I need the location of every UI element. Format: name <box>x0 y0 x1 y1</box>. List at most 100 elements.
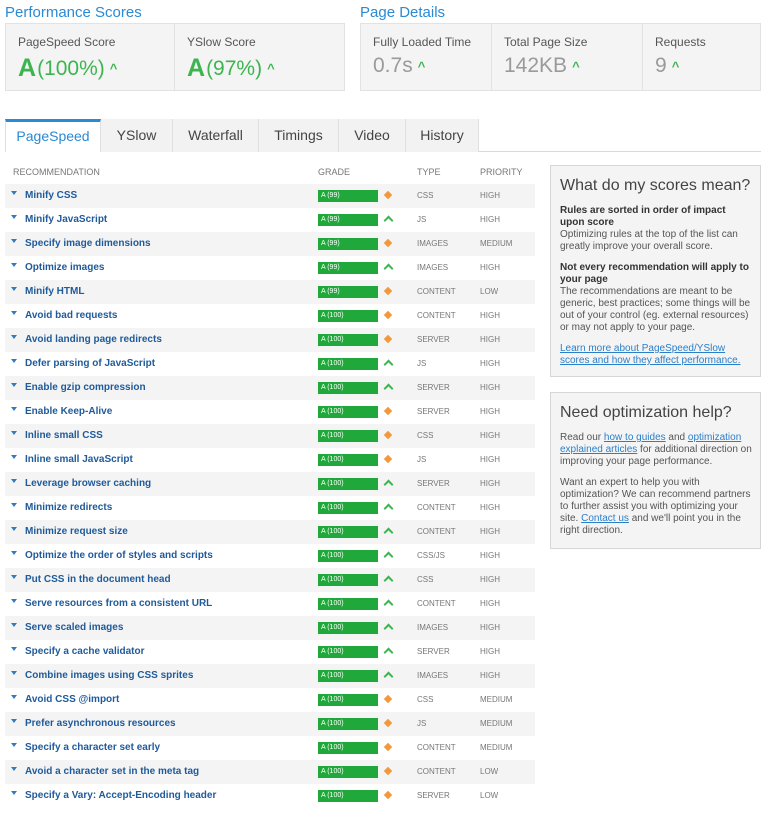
recommendation-name[interactable]: Leverage browser caching <box>25 478 151 489</box>
recommendation-name[interactable]: Defer parsing of JavaScript <box>25 358 155 369</box>
recommendation-name[interactable]: Minimize request size <box>25 526 128 537</box>
tab-pagespeed[interactable]: PageSpeed <box>5 119 101 152</box>
table-row[interactable]: Minimize request size A (100) CONTENT HIGH <box>5 520 535 544</box>
table-row[interactable]: Minify CSS A (99) CSS HIGH <box>5 184 535 208</box>
table-row[interactable]: Avoid a character set in the meta tag A (… <box>5 760 535 784</box>
page-size-cell: Total Page Size 142KB ^ <box>492 24 643 90</box>
expand-caret-icon[interactable] <box>11 263 17 267</box>
table-row[interactable]: Enable Keep-Alive A (100) SERVER HIGH <box>5 400 535 424</box>
recommendation-priority: HIGH <box>480 191 500 200</box>
expand-caret-icon[interactable] <box>11 791 17 795</box>
recommendation-name[interactable]: Avoid landing page redirects <box>25 334 162 345</box>
table-row[interactable]: Inline small JavaScript A (100) JS HIGH <box>5 448 535 472</box>
expand-caret-icon[interactable] <box>11 479 17 483</box>
recommendation-name[interactable]: Minify JavaScript <box>25 214 107 225</box>
expand-caret-icon[interactable] <box>11 695 17 699</box>
recommendation-name[interactable]: Optimize the order of styles and scripts <box>25 550 213 561</box>
recommendation-name[interactable]: Serve scaled images <box>25 622 123 633</box>
recommendation-name[interactable]: Minimize redirects <box>25 502 112 513</box>
expand-caret-icon[interactable] <box>11 455 17 459</box>
expand-caret-icon[interactable] <box>11 647 17 651</box>
table-row[interactable]: Specify a character set early A (100) CONT… <box>5 736 535 760</box>
recommendation-priority: HIGH <box>480 503 500 512</box>
table-row[interactable]: Combine images using CSS sprites A (100) I… <box>5 664 535 688</box>
recommendation-name[interactable]: Minify CSS <box>25 190 77 201</box>
recommendation-name[interactable]: Specify a character set early <box>25 742 160 753</box>
expand-caret-icon[interactable] <box>11 359 17 363</box>
yslow-score-label: YSlow Score <box>187 35 256 49</box>
recommendation-priority: MEDIUM <box>480 743 513 752</box>
table-row[interactable]: Leverage browser caching A (100) SERVER HIG… <box>5 472 535 496</box>
table-row[interactable]: Optimize the order of styles and scripts… <box>5 544 535 568</box>
table-row[interactable]: Minimize redirects A (100) CONTENT HIGH <box>5 496 535 520</box>
recommendation-type: SERVER <box>417 335 450 344</box>
table-row[interactable]: Specify image dimensions A (99) IMAGES MEDI… <box>5 232 535 256</box>
expand-caret-icon[interactable] <box>11 287 17 291</box>
learn-more-link[interactable]: Learn more about PageSpeed/YSlow scores … <box>560 343 740 366</box>
recommendation-name[interactable]: Put CSS in the document head <box>25 574 171 585</box>
expand-caret-icon[interactable] <box>11 191 17 195</box>
diamond-icon <box>383 238 394 249</box>
table-row[interactable]: Optimize images A (99) IMAGES HIGH <box>5 256 535 280</box>
expand-caret-icon[interactable] <box>11 335 17 339</box>
tab-history[interactable]: History <box>406 119 479 152</box>
table-row[interactable]: Put CSS in the document head A (100) CSS HI… <box>5 568 535 592</box>
table-row[interactable]: Prefer asynchronous resources A (100) JS ME… <box>5 712 535 736</box>
table-row[interactable]: Minify JavaScript A (99) JS HIGH <box>5 208 535 232</box>
expand-caret-icon[interactable] <box>11 719 17 723</box>
recommendation-name[interactable]: Serve resources from a consistent URL <box>25 598 212 609</box>
tab-waterfall[interactable]: Waterfall <box>173 119 259 152</box>
expand-caret-icon[interactable] <box>11 551 17 555</box>
diamond-icon <box>383 454 394 465</box>
recommendation-name[interactable]: Combine images using CSS sprites <box>25 670 193 681</box>
tab-timings[interactable]: Timings <box>259 119 339 152</box>
expand-caret-icon[interactable] <box>11 239 17 243</box>
expand-caret-icon[interactable] <box>11 623 17 627</box>
recommendation-name[interactable]: Minify HTML <box>25 286 84 297</box>
performance-scores-title: Performance Scores <box>5 4 142 21</box>
expand-caret-icon[interactable] <box>11 311 17 315</box>
expand-caret-icon[interactable] <box>11 431 17 435</box>
recommendation-name[interactable]: Enable gzip compression <box>25 382 146 393</box>
recommendation-name[interactable]: Prefer asynchronous resources <box>25 718 176 729</box>
table-row[interactable]: Minify HTML A (99) CONTENT LOW <box>5 280 535 304</box>
table-row[interactable]: Avoid CSS @import A (100) CSS MEDIUM <box>5 688 535 712</box>
table-row[interactable]: Specify a cache validator A (100) SERVER HI… <box>5 640 535 664</box>
table-row[interactable]: Specify a Vary: Accept-Encoding header A … <box>5 784 535 808</box>
recommendation-name[interactable]: Specify image dimensions <box>25 238 151 249</box>
table-row[interactable]: Avoid bad requests A (100) CONTENT HIGH <box>5 304 535 328</box>
recommendation-name[interactable]: Specify a Vary: Accept-Encoding header <box>25 790 216 801</box>
table-row[interactable]: Defer parsing of JavaScript A (100) JS HIGH <box>5 352 535 376</box>
table-row[interactable]: Avoid landing page redirects A (100) SERVE… <box>5 328 535 352</box>
expand-caret-icon[interactable] <box>11 575 17 579</box>
recommendation-name[interactable]: Avoid a character set in the meta tag <box>25 766 199 777</box>
expand-caret-icon[interactable] <box>11 383 17 387</box>
contact-us-link[interactable]: Contact us <box>581 513 629 524</box>
table-row[interactable]: Serve scaled images A (100) IMAGES HIGH <box>5 616 535 640</box>
expand-caret-icon[interactable] <box>11 407 17 411</box>
table-row[interactable]: Serve resources from a consistent URL A (… <box>5 592 535 616</box>
recommendation-name[interactable]: Inline small JavaScript <box>25 454 133 465</box>
recommendation-type: JS <box>417 455 427 464</box>
expand-caret-icon[interactable] <box>11 767 17 771</box>
recommendation-name[interactable]: Specify a cache validator <box>25 646 145 657</box>
expand-caret-icon[interactable] <box>11 527 17 531</box>
table-row[interactable]: Inline small CSS A (100) CSS HIGH <box>5 424 535 448</box>
recommendation-name[interactable]: Avoid CSS @import <box>25 694 119 705</box>
table-row[interactable]: Enable gzip compression A (100) SERVER HIGH <box>5 376 535 400</box>
grade-bar: A (100) <box>318 766 378 778</box>
expand-caret-icon[interactable] <box>11 503 17 507</box>
expand-caret-icon[interactable] <box>11 671 17 675</box>
recommendation-name[interactable]: Inline small CSS <box>25 430 103 441</box>
recommendation-name[interactable]: Avoid bad requests <box>25 310 117 321</box>
recommendation-name[interactable]: Enable Keep-Alive <box>25 406 112 417</box>
trend-up-icon: ^ <box>671 58 680 74</box>
expand-caret-icon[interactable] <box>11 599 17 603</box>
recommendation-name[interactable]: Optimize images <box>25 262 104 273</box>
expand-caret-icon[interactable] <box>11 215 17 219</box>
tab-yslow[interactable]: YSlow <box>101 119 173 152</box>
tab-video[interactable]: Video <box>339 119 406 152</box>
expand-caret-icon[interactable] <box>11 743 17 747</box>
recommendation-type: CSS <box>417 431 434 440</box>
how-to-guides-link[interactable]: how to guides <box>604 432 666 443</box>
